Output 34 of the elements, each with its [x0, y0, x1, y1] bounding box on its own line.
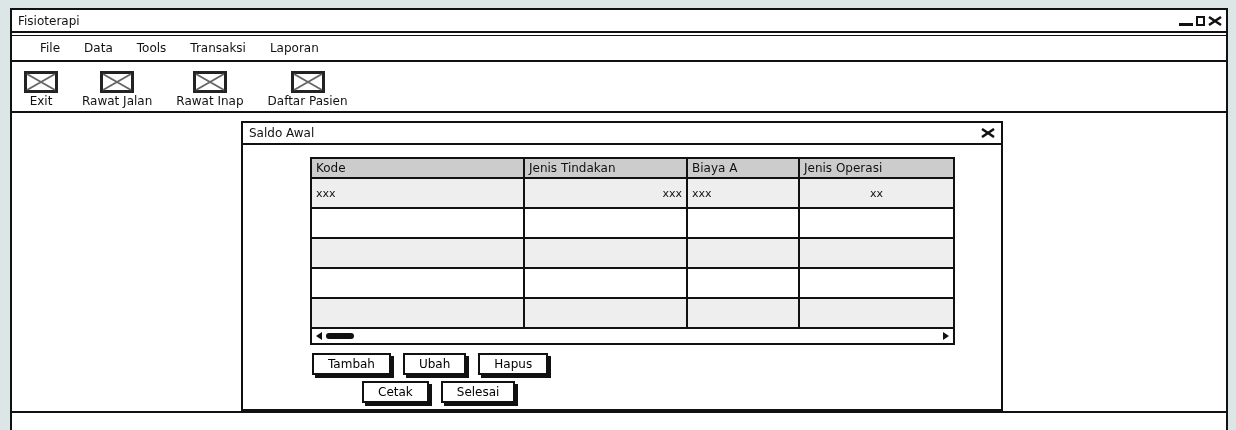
- column-header: Biaya A: [688, 158, 800, 177]
- image-placeholder-icon: [290, 70, 325, 93]
- menu-item[interactable]: Laporan: [269, 40, 319, 55]
- table-cell: xxx: [525, 178, 688, 207]
- dialog-title: Saldo Awal: [249, 125, 315, 140]
- scroll-thumb[interactable]: [326, 332, 354, 339]
- window-title: Fisioterapi: [18, 13, 80, 28]
- close-icon[interactable]: [981, 127, 995, 138]
- column-header: Jenis Tindakan: [525, 158, 688, 177]
- toolbar-button[interactable]: Exit: [24, 70, 58, 108]
- action-button[interactable]: Tambah: [312, 352, 391, 375]
- table-cell: xxx: [688, 178, 800, 207]
- maximize-icon[interactable]: [1196, 14, 1205, 27]
- column-header: Jenis Operasi: [802, 159, 884, 177]
- action-button[interactable]: Hapus: [478, 352, 549, 375]
- menu-item[interactable]: File: [40, 40, 61, 55]
- action-button[interactable]: Cetak: [362, 380, 429, 403]
- toolbar-button[interactable]: Rawat Inap: [176, 70, 244, 108]
- table-cell-text: xx: [869, 185, 884, 202]
- toolbar-button[interactable]: Daftar Pasien: [267, 70, 348, 108]
- menu-item[interactable]: Data: [84, 40, 113, 55]
- menu-item[interactable]: Transaksi: [190, 40, 246, 55]
- image-placeholder-icon: [100, 70, 135, 93]
- menu-item[interactable]: Tools: [136, 40, 167, 55]
- action-button[interactable]: Ubah: [402, 352, 467, 375]
- table-cell: xxx: [312, 178, 525, 207]
- scroll-right-icon[interactable]: [941, 330, 951, 341]
- image-placeholder-icon: [192, 70, 227, 93]
- toolbar-button[interactable]: Rawat Jalan: [82, 70, 153, 108]
- image-placeholder-icon: [24, 70, 58, 93]
- close-icon[interactable]: [1208, 14, 1222, 27]
- action-button[interactable]: Selesai: [440, 380, 516, 403]
- column-header: Kode: [312, 158, 525, 177]
- scroll-left-icon[interactable]: [314, 330, 324, 341]
